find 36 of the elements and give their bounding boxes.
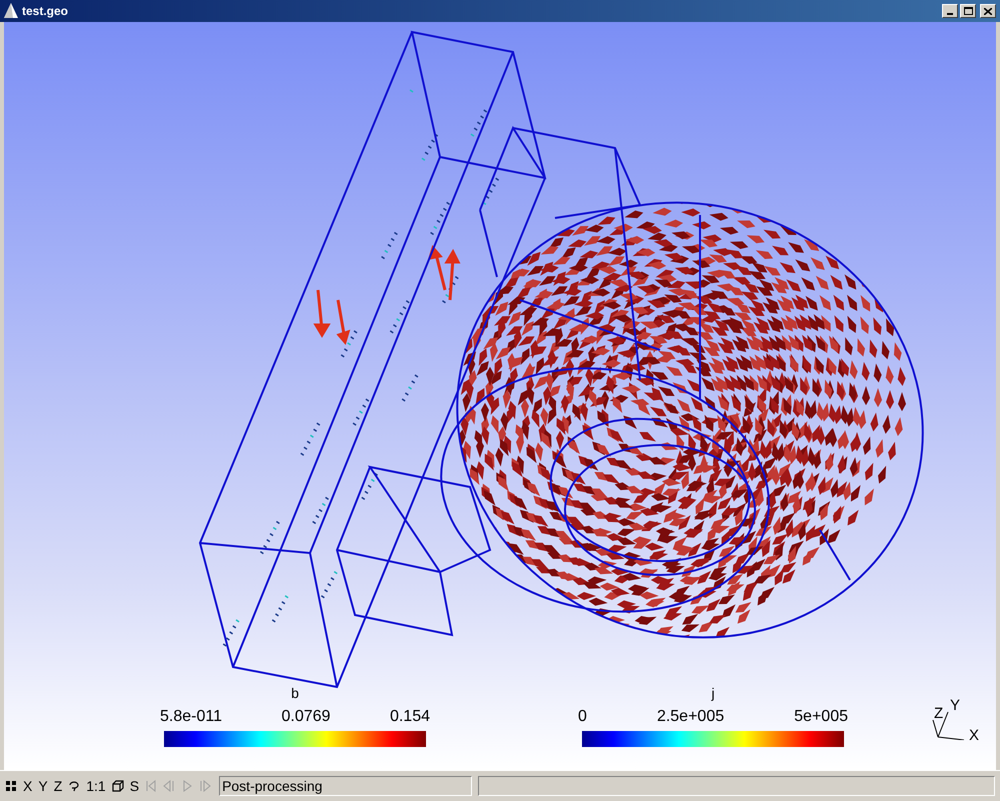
colorbar-label: 0 (578, 709, 587, 725)
axis-label: Y (950, 697, 960, 714)
step-forward-icon (199, 780, 212, 792)
toolbar-button[interactable]: Y (38, 779, 48, 793)
axis-label: Z (934, 705, 944, 722)
window-title: test.geo (22, 3, 68, 20)
toolbar-button[interactable]: S (130, 779, 140, 793)
toolbar-button[interactable] (5, 780, 17, 792)
close-button[interactable] (980, 4, 996, 18)
toolbar-button[interactable]: 1:1 (86, 779, 106, 793)
cube-icon (112, 780, 124, 792)
play-icon (181, 780, 194, 792)
status-message: Post-processing (222, 779, 322, 793)
minimize-button[interactable] (942, 4, 958, 18)
skip-back-icon (145, 780, 158, 792)
colorbar-label: 5.8e-011 (160, 709, 222, 725)
app-logo-icon (4, 3, 18, 19)
maximize-button[interactable] (960, 4, 976, 18)
maximize-icon (964, 7, 972, 15)
minimize-icon (947, 13, 953, 15)
colorbar-title: b (291, 686, 299, 700)
toolbar-button[interactable] (112, 780, 124, 792)
colorbar-title: j (711, 686, 715, 700)
colorbar-label: 2.5e+005 (656, 709, 724, 725)
colorbar-label: 0.154 (390, 709, 430, 725)
rotate-icon (68, 780, 80, 792)
close-icon (984, 8, 992, 14)
viewport-canvas[interactable]: b 5.8e-011 0.0769 0.154 j 0 2.5e+005 5e+005 Z Y X (4, 22, 996, 770)
toolbar-button[interactable] (68, 780, 80, 792)
step-back-icon (163, 780, 176, 792)
colorbar-label: 0.0769 (282, 709, 330, 725)
axis-label: X (969, 727, 980, 740)
toolbar-button[interactable]: Z (54, 779, 62, 793)
toolbar-button[interactable]: X (23, 779, 32, 793)
colorbar-label: 5e+005 (794, 709, 848, 725)
grid-icon (5, 780, 17, 792)
